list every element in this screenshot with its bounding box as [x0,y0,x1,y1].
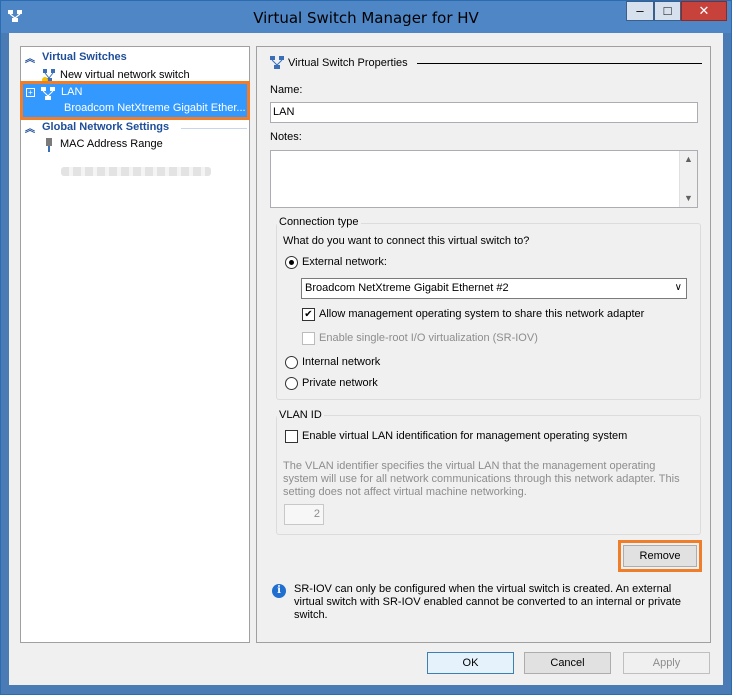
global-network-settings-label: Global Network Settings [42,121,170,133]
notes-label: Notes: [270,131,302,143]
remove-button[interactable]: Remove [623,545,697,567]
network-switch-icon [270,56,284,69]
global-network-settings-header[interactable]: ︽ Global Network Settings [21,120,249,135]
name-field[interactable]: LAN [270,102,698,123]
internal-network-label[interactable]: Internal network [302,356,380,368]
name-value: LAN [273,106,295,118]
collapse-icon[interactable]: ︽ [25,120,35,135]
vlan-group-label: VLAN ID [277,409,324,421]
vlan-description: The VLAN identifier specifies the virtua… [283,460,680,498]
navigation-tree[interactable]: ︽ Virtual Switches New virtual network s… [20,46,250,643]
properties-panel: Virtual Switch Properties Name: LAN Note… [256,46,711,643]
allow-mgmt-checkbox[interactable]: ✔ [302,308,315,321]
apply-button: Apply [623,652,710,674]
vlan-id-value: 2 [313,508,320,520]
external-network-radio[interactable] [285,256,298,269]
vlan-id-field: 2 [284,504,324,525]
minimize-button[interactable]: – [626,1,654,21]
network-switch-icon [41,87,55,100]
allow-mgmt-label[interactable]: Allow management operating system to sha… [319,308,644,320]
chevron-down-icon[interactable]: ∨ [675,282,682,293]
adapter-dropdown[interactable]: Broadcom NetXtreme Gigabit Ethernet #2 ∨ [301,278,687,299]
cancel-button[interactable]: Cancel [524,652,611,674]
maximize-button[interactable]: □ [654,1,681,21]
virtual-switches-header[interactable]: ︽ Virtual Switches [21,50,249,65]
dialog-client: ︽ Virtual Switches New virtual network s… [9,33,723,685]
private-network-label[interactable]: Private network [302,377,378,389]
vlan-enable-checkbox[interactable] [285,430,298,443]
adapter-selected-value: Broadcom NetXtreme Gigabit Ethernet #2 [305,282,509,294]
sriov-info-text: SR-IOV can only be configured when the v… [294,583,682,621]
title-bar[interactable]: Virtual Switch Manager for HV – □ ✕ [1,1,731,33]
private-network-radio[interactable] [285,377,298,390]
mac-range-label: MAC Address Range [60,138,163,150]
window: Virtual Switch Manager for HV – □ ✕ ︽ Vi… [0,0,732,695]
vlan-enable-label[interactable]: Enable virtual LAN identification for ma… [302,430,627,442]
new-switch-label: New virtual network switch [60,69,190,81]
tree-item-mac-range[interactable]: MAC Address Range [21,136,249,154]
notes-field[interactable]: ▲ ▼ [270,150,698,208]
connect-question: What do you want to connect this virtual… [283,235,530,247]
close-button[interactable]: ✕ [681,1,727,21]
virtual-switches-label: Virtual Switches [42,51,127,63]
lan-adapter-label: Broadcom NetXtreme Gigabit Ether... [64,102,246,114]
network-plug-icon [46,138,52,152]
scroll-up-icon[interactable]: ▲ [680,151,697,168]
window-title: Virtual Switch Manager for HV [253,9,479,27]
tree-item-lan[interactable]: + LAN Broadcom NetXtreme Gigabit Ether..… [20,81,250,120]
ok-button[interactable]: OK [427,652,514,674]
new-switch-icon [42,69,55,83]
info-icon: i [272,584,286,598]
connection-type-label: Connection type [277,216,361,228]
external-network-label[interactable]: External network: [302,256,387,268]
sriov-checkbox [302,332,315,345]
title-divider [417,63,702,64]
mac-range-value-redacted [61,167,211,176]
collapse-icon[interactable]: ︽ [25,50,35,65]
properties-title: Virtual Switch Properties [288,57,408,69]
internal-network-radio[interactable] [285,356,298,369]
lan-label: LAN [61,86,83,98]
name-label: Name: [270,84,303,96]
scroll-down-icon[interactable]: ▼ [680,190,697,207]
notes-scrollbar[interactable]: ▲ ▼ [679,151,697,207]
tree-item-new-switch[interactable]: New virtual network switch [21,67,249,85]
header-rule [181,128,247,129]
sriov-label: Enable single-root I/O virtualization (S… [319,332,538,344]
expand-icon[interactable]: + [26,88,35,97]
